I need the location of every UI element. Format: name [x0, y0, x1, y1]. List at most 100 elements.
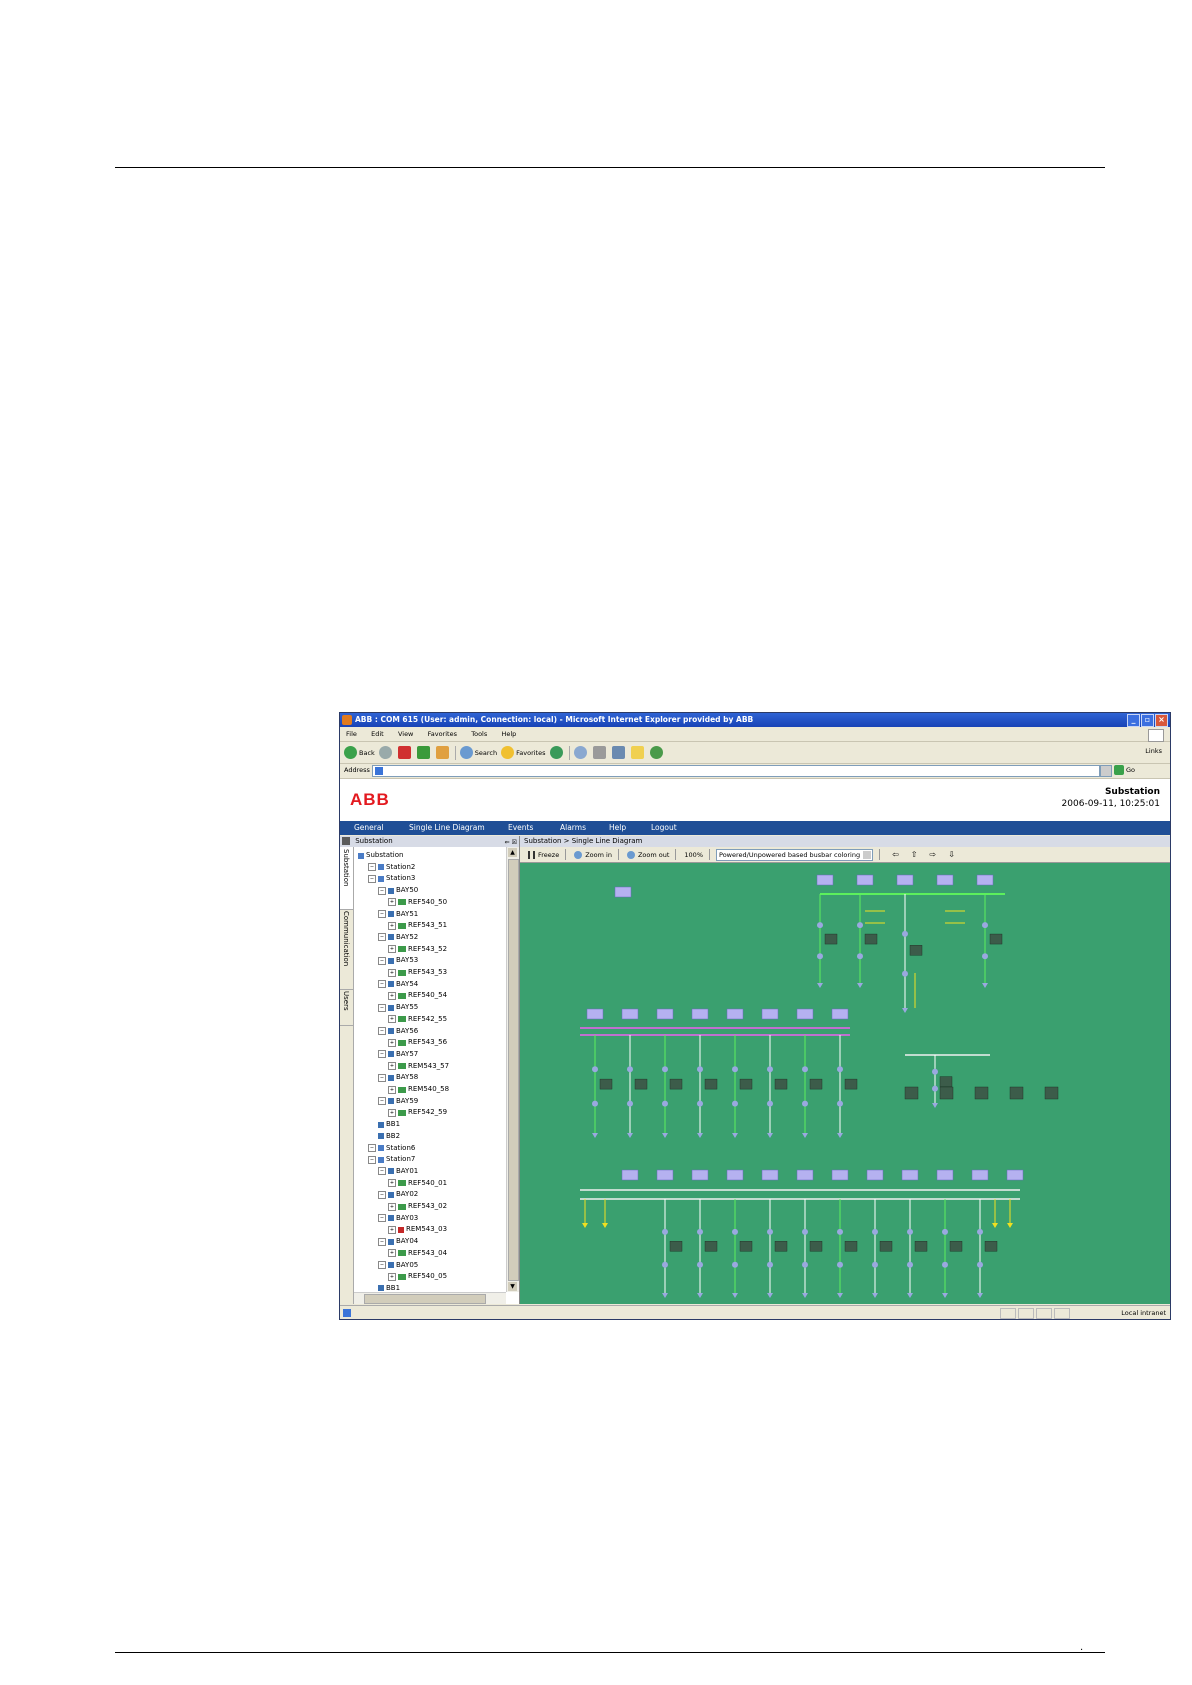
tree-item[interactable]: + REF543_53	[388, 968, 447, 977]
tree-item[interactable]: + REF542_55	[388, 1015, 447, 1024]
expand-icon[interactable]: −	[378, 1190, 386, 1199]
expand-icon[interactable]: −	[378, 1167, 386, 1176]
menu-file[interactable]: File	[346, 730, 357, 738]
tree-item[interactable]: + REF543_56	[388, 1038, 447, 1047]
mail-button[interactable]	[573, 746, 589, 759]
menu-favorites[interactable]: Favorites	[428, 730, 457, 738]
tree-item[interactable]: − Station2	[368, 863, 415, 872]
tree-item[interactable]: BB2	[378, 1132, 400, 1141]
favorites-button[interactable]: Favorites	[501, 746, 546, 759]
tree-item[interactable]: − BAY57	[378, 1050, 418, 1059]
nav-events[interactable]: Events	[508, 821, 533, 835]
expand-icon[interactable]: −	[378, 1261, 386, 1269]
nav-help[interactable]: Help	[609, 821, 626, 835]
expand-icon[interactable]: +	[388, 1202, 396, 1211]
expand-icon[interactable]: −	[378, 910, 386, 918]
tree-item[interactable]: − BAY01	[378, 1167, 418, 1176]
expand-icon[interactable]: +	[388, 945, 396, 954]
tree-item[interactable]: − Station6	[368, 1144, 415, 1153]
freeze-button[interactable]: Freeze	[528, 850, 559, 859]
tree-item[interactable]: + REF540_05	[388, 1272, 447, 1281]
tree-vertical-scrollbar[interactable]: ▲ ▼	[506, 847, 519, 1292]
tree-item[interactable]: + REM543_57	[388, 1062, 449, 1071]
tree-item[interactable]: − BAY59	[378, 1097, 418, 1106]
expand-icon[interactable]: −	[378, 1027, 386, 1035]
tree-horizontal-scrollbar[interactable]	[354, 1292, 506, 1304]
expand-icon[interactable]: −	[378, 1073, 386, 1082]
tree-item[interactable]: − BAY53	[378, 956, 418, 965]
expand-icon[interactable]: −	[368, 874, 376, 883]
expand-icon[interactable]: +	[388, 898, 396, 907]
folder-button[interactable]	[630, 746, 646, 759]
history-button[interactable]	[549, 746, 565, 759]
scroll-thumb[interactable]	[508, 859, 519, 1281]
tree-item[interactable]: − Station7	[368, 1155, 415, 1164]
expand-icon[interactable]: +	[388, 1062, 396, 1071]
tab-communication[interactable]: Communication	[340, 909, 353, 990]
address-input[interactable]	[372, 765, 1100, 777]
expand-icon[interactable]: +	[388, 968, 396, 977]
tree-item[interactable]: + REF540_01	[388, 1179, 447, 1188]
home-button[interactable]	[435, 746, 451, 759]
expand-icon[interactable]: +	[388, 1085, 396, 1094]
tree-item[interactable]: − BAY51	[378, 910, 418, 919]
menu-view[interactable]: View	[398, 730, 413, 738]
menu-edit[interactable]: Edit	[371, 730, 384, 738]
tree-item[interactable]: − Station3	[368, 874, 415, 883]
tab-users[interactable]: Users	[340, 989, 353, 1026]
tree-item[interactable]: Substation	[358, 851, 403, 860]
tab-substation[interactable]: Substation	[340, 847, 353, 910]
expand-icon[interactable]: +	[388, 1179, 396, 1188]
expand-icon[interactable]: −	[368, 1144, 376, 1152]
nav-general[interactable]: General	[354, 821, 384, 835]
expand-icon[interactable]: −	[378, 1214, 386, 1223]
tree-item[interactable]: − BAY03	[378, 1214, 418, 1223]
expand-icon[interactable]: −	[368, 1155, 376, 1164]
scroll-thumb[interactable]	[364, 1294, 486, 1304]
expand-icon[interactable]: +	[388, 1272, 396, 1281]
search-button[interactable]: Search	[459, 746, 497, 759]
tree-item[interactable]: + REM540_58	[388, 1085, 449, 1094]
tree-item[interactable]: + REF540_54	[388, 991, 447, 1000]
scroll-down-icon[interactable]: ▼	[508, 1282, 517, 1291]
restore-button[interactable]: ▫	[1141, 714, 1154, 727]
nav-single-line-diagram[interactable]: Single Line Diagram	[409, 821, 485, 835]
tree-item[interactable]: − BAY56	[378, 1027, 418, 1036]
tree-item[interactable]: − BAY54	[378, 980, 418, 989]
zoom-in-button[interactable]: Zoom in	[574, 850, 612, 859]
zoom-level[interactable]: 100%	[684, 851, 703, 859]
expand-icon[interactable]: +	[388, 1015, 396, 1024]
links-label[interactable]: Links	[1145, 747, 1162, 755]
menu-tools[interactable]: Tools	[471, 730, 487, 738]
tree-item[interactable]: + REF542_59	[388, 1108, 447, 1117]
messenger-button[interactable]	[649, 746, 665, 759]
tree-item[interactable]: + REF543_51	[388, 921, 447, 930]
edit-button[interactable]	[611, 746, 627, 759]
expand-icon[interactable]: −	[368, 863, 376, 872]
print-button[interactable]	[592, 746, 608, 759]
go-button[interactable]: Go	[1114, 765, 1135, 775]
forward-button[interactable]	[378, 746, 394, 759]
expand-icon[interactable]: +	[388, 1108, 396, 1117]
tree-item[interactable]: − BAY50	[378, 886, 418, 895]
pan-up-icon[interactable]: ⇧	[911, 850, 918, 859]
tree-item[interactable]: − BAY05	[378, 1261, 418, 1270]
expand-icon[interactable]: +	[388, 1038, 396, 1047]
tree-item[interactable]: + REM543_03	[388, 1225, 447, 1234]
menu-help[interactable]: Help	[501, 730, 516, 738]
pan-right-icon[interactable]: ⇨	[929, 850, 936, 859]
coloring-select[interactable]: Powered/Unpowered based busbar coloring	[716, 848, 874, 861]
tree-item[interactable]: BB1	[378, 1284, 400, 1292]
expand-icon[interactable]: +	[388, 921, 396, 930]
tree-item[interactable]: + REF543_52	[388, 945, 447, 954]
close-button[interactable]: ×	[1155, 714, 1168, 727]
expand-icon[interactable]: −	[378, 980, 386, 989]
back-button[interactable]: Back	[344, 746, 375, 759]
pan-down-icon[interactable]: ⇩	[948, 850, 955, 859]
nav-alarms[interactable]: Alarms	[560, 821, 586, 835]
tree-item[interactable]: + REF543_02	[388, 1202, 447, 1211]
stop-button[interactable]	[397, 746, 413, 759]
refresh-button[interactable]	[416, 746, 432, 759]
expand-icon[interactable]: −	[378, 1237, 386, 1246]
expand-icon[interactable]: −	[378, 956, 386, 965]
